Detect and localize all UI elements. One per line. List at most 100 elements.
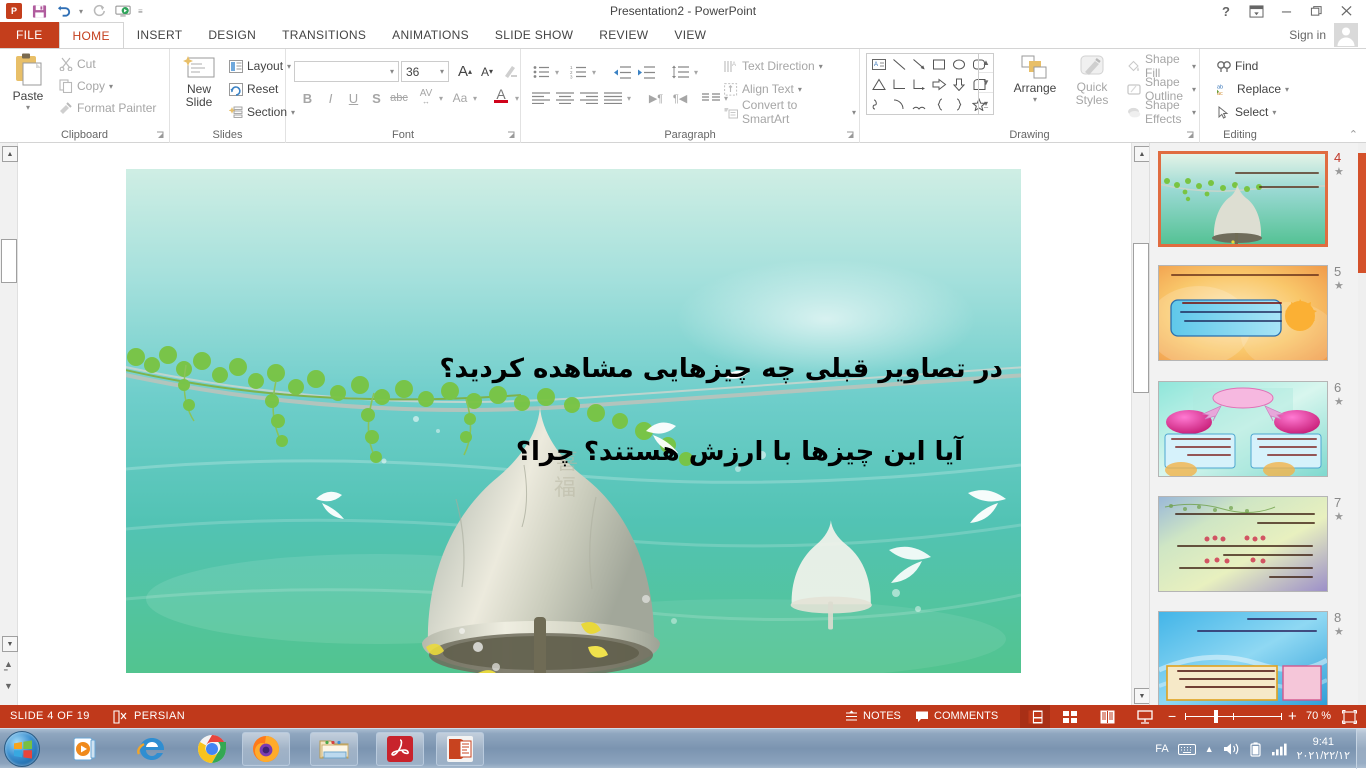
replace-caret[interactable]: ▾ xyxy=(1285,85,1289,94)
clipboard-dialog-launcher[interactable] xyxy=(156,131,165,140)
thumbnail-slide-7[interactable] xyxy=(1158,496,1328,592)
outline-pane-scrollbar[interactable]: ▲ ▼ ▲ ━ ▼ xyxy=(0,143,18,705)
show-desktop-button[interactable] xyxy=(1356,729,1366,769)
copy-caret[interactable]: ▾ xyxy=(109,82,113,91)
scroll-up-button[interactable]: ▲ xyxy=(2,146,18,162)
shapes-scroll-up[interactable]: ▲ xyxy=(979,53,993,73)
shape-fill-button[interactable]: Shape Fill ▾ xyxy=(1124,55,1199,77)
thumbnail-animation-star-6[interactable]: ★ xyxy=(1334,395,1356,409)
justify-button[interactable] xyxy=(601,87,625,109)
new-slide-button[interactable]: New Slide xyxy=(176,55,222,109)
scrollbar-thumb[interactable] xyxy=(1,239,17,283)
format-painter-button[interactable]: Format Painter xyxy=(56,97,159,119)
convert-to-smartart-button[interactable]: Convert to SmartArt ▾ xyxy=(721,101,859,123)
tab-transitions[interactable]: TRANSITIONS xyxy=(269,22,379,48)
strikethrough-button[interactable]: abc xyxy=(386,87,412,109)
normal-view-button[interactable] xyxy=(1020,705,1050,728)
shape-fill-caret[interactable]: ▾ xyxy=(1192,62,1196,71)
align-center-button[interactable] xyxy=(553,87,577,109)
reading-view-button[interactable] xyxy=(1092,705,1122,728)
tab-review[interactable]: REVIEW xyxy=(586,22,661,48)
shape-effects-caret[interactable]: ▾ xyxy=(1192,108,1196,117)
thumbnail-animation-star-7[interactable]: ★ xyxy=(1334,510,1356,524)
arrange-button[interactable]: Arrange ▾ xyxy=(1008,55,1062,104)
collapse-ribbon-button[interactable]: ⌃ xyxy=(1349,128,1358,141)
reset-button[interactable]: Reset xyxy=(226,78,281,100)
align-right-button[interactable] xyxy=(577,87,601,109)
slide-text-placeholder[interactable]: در تصاویر قبلی چه چیزهایی مشاهده کردید؟ … xyxy=(126,169,1021,673)
select-caret[interactable]: ▾ xyxy=(1272,108,1276,117)
shape-scribble-icon[interactable] xyxy=(869,95,889,114)
numbering-caret[interactable]: ▾ xyxy=(589,61,599,83)
zoom-out-button[interactable]: − xyxy=(1168,705,1176,728)
thumbnail-animation-star-4[interactable]: ★ xyxy=(1334,165,1356,179)
shape-line-icon[interactable] xyxy=(889,55,909,74)
tab-view[interactable]: VIEW xyxy=(661,22,719,48)
taskbar-item-firefox[interactable] xyxy=(242,732,290,766)
close-button[interactable] xyxy=(1332,1,1360,21)
thumbnail-scrollbar-thumb[interactable] xyxy=(1358,153,1366,273)
shape-double-arc-icon[interactable] xyxy=(909,95,929,114)
shape-effects-button[interactable]: Shape Effects ▾ xyxy=(1124,101,1199,123)
tab-design[interactable]: DESIGN xyxy=(195,22,269,48)
select-button[interactable]: Select ▾ xyxy=(1214,101,1279,123)
list-item[interactable]: 4 ★ xyxy=(1158,151,1358,247)
align-left-button[interactable] xyxy=(529,87,553,109)
comments-button[interactable]: COMMENTS xyxy=(915,705,998,728)
line-spacing-caret[interactable]: ▾ xyxy=(691,61,701,83)
taskbar-item-file-explorer[interactable] xyxy=(310,732,358,766)
change-case-caret[interactable]: ▾ xyxy=(470,87,480,109)
keyboard-icon[interactable] xyxy=(1178,743,1196,756)
shape-arrow-icon[interactable] xyxy=(909,55,929,74)
tab-insert[interactable]: INSERT xyxy=(124,22,196,48)
font-size-caret[interactable]: ▾ xyxy=(440,67,444,76)
taskbar-item-google-chrome[interactable] xyxy=(188,732,236,766)
battery-icon[interactable] xyxy=(1249,742,1262,757)
start-slideshow-icon[interactable] xyxy=(113,1,133,21)
shapes-more[interactable]: ▾̲ xyxy=(979,93,993,113)
scroll-down-button[interactable]: ▼ xyxy=(2,636,18,652)
line-spacing-button[interactable] xyxy=(668,61,692,83)
layout-button[interactable]: Layout ▾ xyxy=(226,55,294,77)
zoom-slider-handle[interactable] xyxy=(1214,710,1218,723)
shape-rectangle-icon[interactable] xyxy=(929,55,949,74)
zoom-level[interactable]: 70 % xyxy=(1306,705,1331,728)
paste-button[interactable]: Paste ▾ xyxy=(6,53,50,112)
volume-icon[interactable] xyxy=(1223,742,1240,756)
undo-icon[interactable] xyxy=(54,1,74,21)
thumbnail-animation-star-8[interactable]: ★ xyxy=(1334,625,1356,639)
arrange-caret[interactable]: ▾ xyxy=(1033,95,1037,104)
font-color-button[interactable]: A xyxy=(490,85,512,107)
slide-text-line-2[interactable]: آیا این چیزها با ارزش هستند؟ چرا؟ xyxy=(516,437,963,467)
character-spacing-caret[interactable]: ▾ xyxy=(436,87,446,109)
text-direction-caret[interactable]: ▾ xyxy=(819,62,823,71)
decrease-font-size-button[interactable]: A▾ xyxy=(476,61,498,82)
thumbnail-pane-scrollbar[interactable] xyxy=(1358,143,1366,705)
tab-slide-show[interactable]: SLIDE SHOW xyxy=(482,22,586,48)
undo-dropdown-caret[interactable]: ▾ xyxy=(79,7,83,16)
shape-textbox-icon[interactable]: A xyxy=(869,55,889,74)
shape-right-arrow-icon[interactable] xyxy=(929,75,949,94)
thumbnail-slide-6[interactable] xyxy=(1158,381,1328,477)
taskbar-item-adobe-reader[interactable] xyxy=(376,732,424,766)
slide-editing-area[interactable]: 喜 福 xyxy=(19,143,1131,705)
list-item[interactable]: 7 ★ xyxy=(1158,496,1358,592)
bullets-caret[interactable]: ▾ xyxy=(552,61,562,83)
shape-elbow-arrow-connector-icon[interactable] xyxy=(909,75,929,94)
shape-arc-icon[interactable] xyxy=(889,95,909,114)
tab-home[interactable]: HOME xyxy=(59,22,124,48)
paragraph-dialog-launcher[interactable] xyxy=(846,131,855,140)
align-text-button[interactable]: Align Text ▾ xyxy=(721,78,805,100)
change-case-button[interactable]: Aa xyxy=(448,87,472,109)
slide-scroll-up-button[interactable]: ▲ xyxy=(1134,146,1150,162)
shapes-gallery[interactable]: A xyxy=(866,53,994,115)
numbering-button[interactable]: 123 xyxy=(566,61,590,83)
minimize-button[interactable] xyxy=(1272,1,1300,21)
zoom-in-button[interactable]: + xyxy=(1288,705,1297,728)
replace-button[interactable]: abac Replace ▾ xyxy=(1214,78,1292,100)
language-indicator[interactable]: PERSIAN xyxy=(134,705,185,728)
save-icon[interactable] xyxy=(29,1,49,21)
shape-elbow-connector-icon[interactable] xyxy=(889,75,909,94)
character-spacing-button[interactable]: AV↔ xyxy=(414,87,438,109)
copy-button[interactable]: Copy ▾ xyxy=(56,75,116,97)
